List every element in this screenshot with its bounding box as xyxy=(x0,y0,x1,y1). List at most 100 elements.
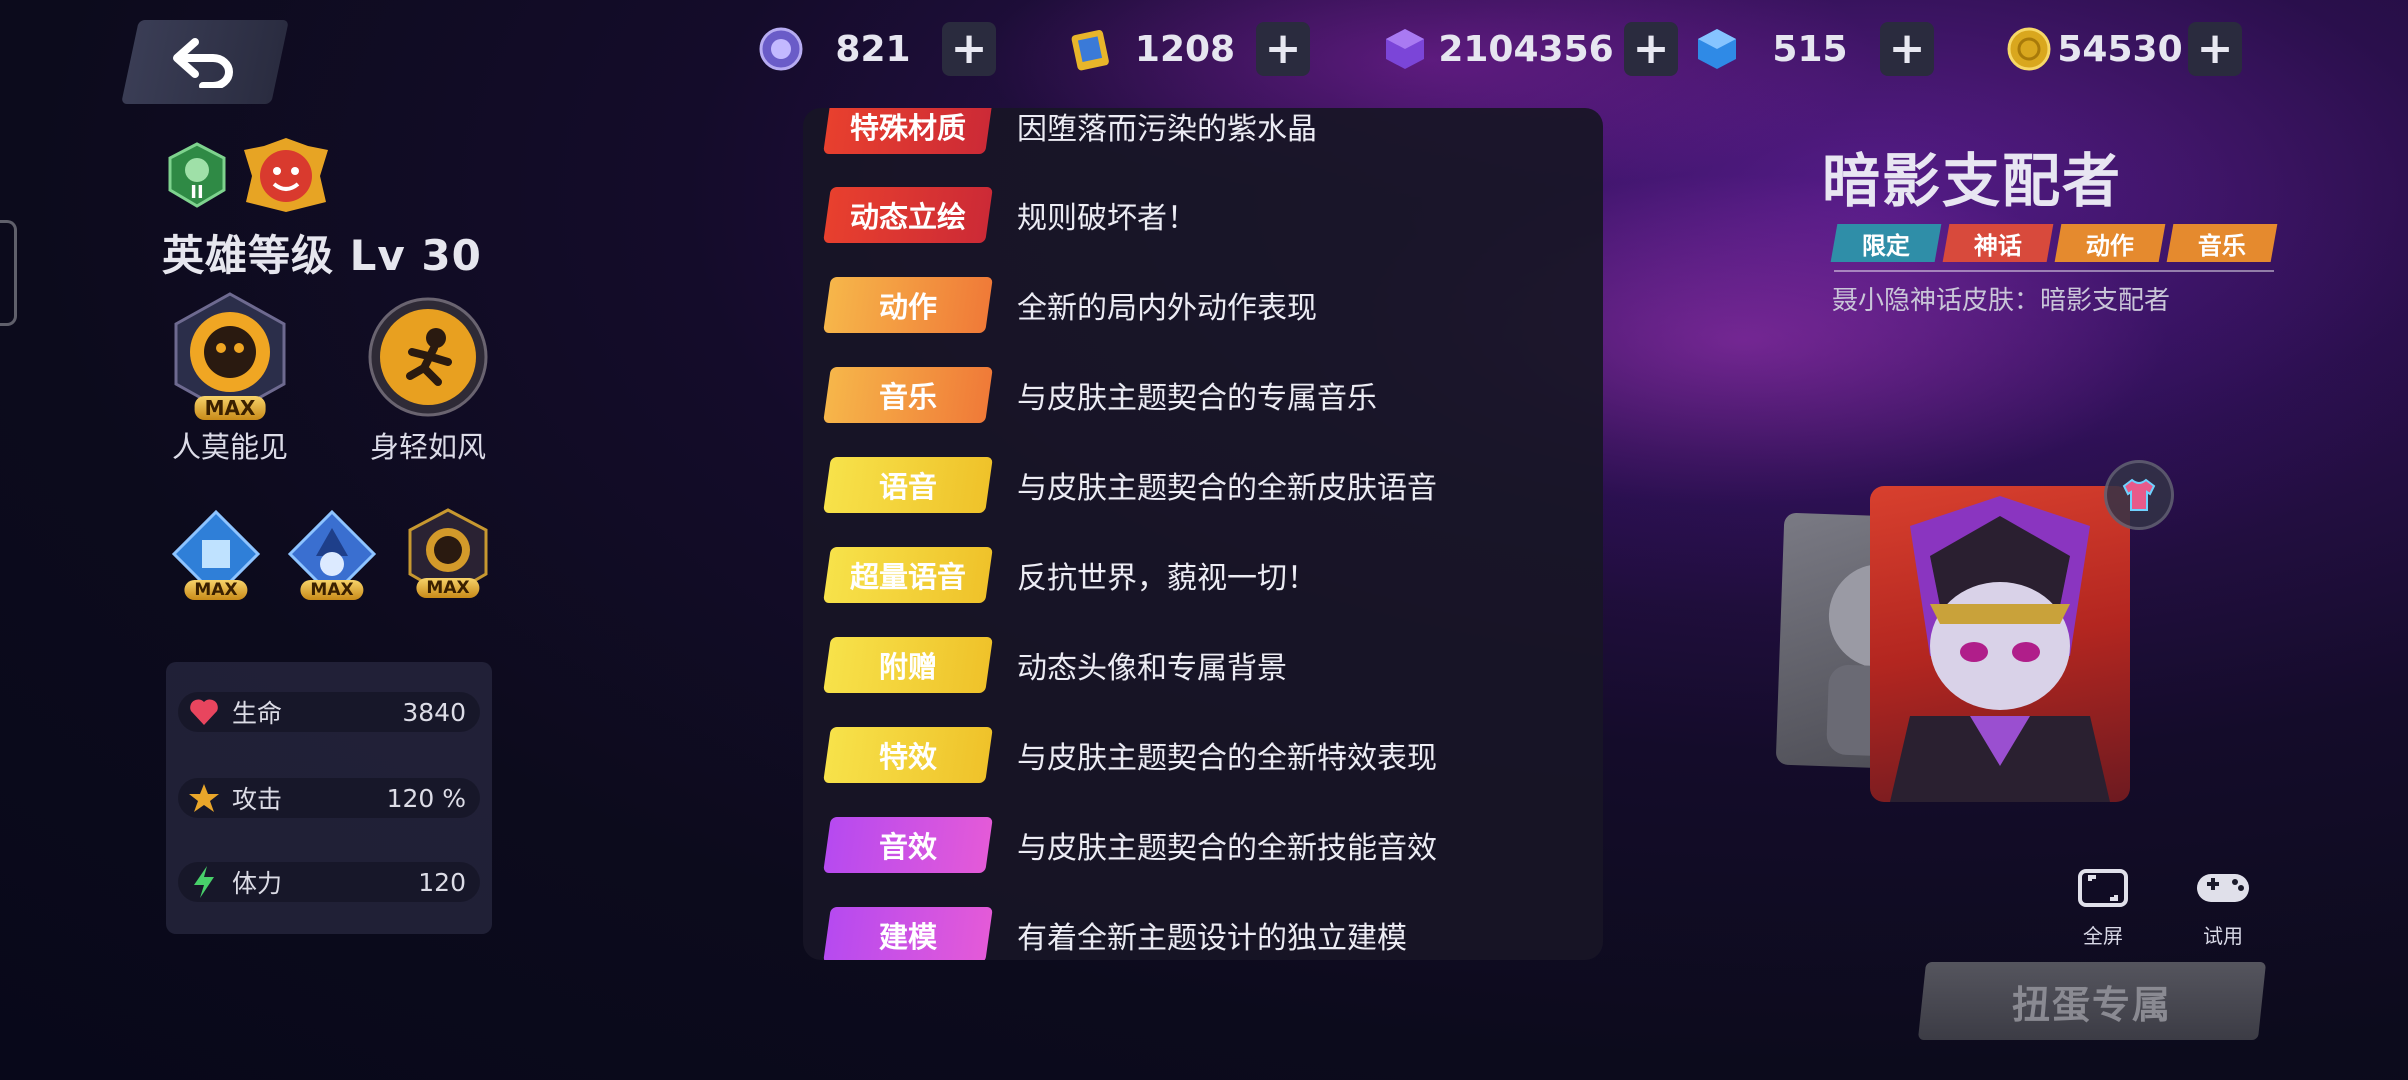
ticket-icon xyxy=(1068,26,1114,72)
feature-row: 动作 全新的局内外动作表现 xyxy=(823,275,1317,335)
max-badge: MAX xyxy=(300,580,364,600)
gacha-exclusive-button[interactable]: 扭蛋专属 xyxy=(1917,962,2267,1040)
feature-desc: 因堕落而污染的紫水晶 xyxy=(1017,112,1317,147)
add-currency-button[interactable]: + xyxy=(942,22,996,76)
feature-tag: 动态立绘 xyxy=(823,187,993,243)
feature-desc: 与皮肤主题契合的全新皮肤语音 xyxy=(1017,471,1437,506)
stats-panel: 生命 3840 攻击 120 % 体力 120 xyxy=(166,662,492,934)
rank-badge-icon[interactable]: II xyxy=(162,140,232,214)
add-currency-button[interactable]: + xyxy=(2188,22,2242,76)
feature-tag: 语音 xyxy=(823,457,993,513)
feature-row: 音效 与皮肤主题契合的全新技能音效 xyxy=(823,815,1437,875)
currency-gold-coin: 54530 + xyxy=(2006,22,2242,76)
hero-level: 英雄等级 Lv 30 xyxy=(162,231,482,280)
feature-desc: 与皮肤主题契合的全新技能音效 xyxy=(1017,831,1437,866)
stat-label: 攻击 xyxy=(232,785,283,814)
feature-tag: 特殊材质 xyxy=(823,108,993,154)
feature-row: 语音 与皮肤主题契合的全新皮肤语音 xyxy=(823,455,1437,515)
stat-row-stamina: 体力 120 xyxy=(178,862,480,902)
trial-label: 试用 xyxy=(2203,924,2243,948)
feature-tag: 特效 xyxy=(823,727,993,783)
stat-row-attack: 攻击 120 % xyxy=(178,778,480,818)
lightning-icon xyxy=(184,862,224,902)
feature-desc: 与皮肤主题契合的专属音乐 xyxy=(1017,381,1377,416)
stat-label: 体力 xyxy=(232,869,283,898)
currency-purple-gem: 2104356 + xyxy=(1382,22,1678,76)
feature-tag: 建模 xyxy=(823,907,993,960)
stat-value: 3840 xyxy=(402,697,466,727)
add-currency-button[interactable]: + xyxy=(1256,22,1310,76)
rune-1[interactable]: MAX xyxy=(168,508,264,604)
feature-desc: 与皮肤主题契合的全新特效表现 xyxy=(1017,741,1437,776)
heart-icon xyxy=(184,692,224,732)
rank-numeral: II xyxy=(190,182,204,203)
back-button[interactable] xyxy=(121,20,289,104)
purple-orb-icon xyxy=(758,26,804,72)
feature-row: 特效 与皮肤主题契合的全新特效表现 xyxy=(823,725,1437,785)
currency-value: 1208 xyxy=(1134,28,1236,70)
currency-value: 2104356 xyxy=(1438,28,1614,70)
currency-value: 821 xyxy=(835,28,911,70)
feature-row: 动态立绘 规则破坏者！ xyxy=(823,185,1197,245)
blue-gem-icon xyxy=(1694,26,1740,72)
skill-2[interactable]: 身轻如风 xyxy=(364,296,492,466)
skill-label: 人莫能见 xyxy=(171,430,288,464)
attack-icon xyxy=(184,778,224,818)
currency-value: 515 xyxy=(1772,28,1848,70)
currency-orb: 821 + xyxy=(758,22,996,76)
currency-value: 54530 xyxy=(2057,28,2183,70)
feature-tag: 动作 xyxy=(823,277,993,333)
feature-row: 建模 有着全新主题设计的独立建模 xyxy=(823,905,1407,960)
feature-desc: 规则破坏者！ xyxy=(1017,201,1197,236)
feature-tag: 附赠 xyxy=(823,637,993,693)
skill-1[interactable]: MAX 人莫能见 xyxy=(166,290,294,466)
emote-badge-icon[interactable] xyxy=(238,136,334,218)
skin-subtitle: 聂小隐神话皮肤：暗影支配者 xyxy=(1832,286,2171,316)
feature-desc: 反抗世界，藐视一切！ xyxy=(1017,561,1317,596)
gamepad-icon xyxy=(2188,858,2258,918)
stat-value: 120 % xyxy=(386,783,466,813)
stat-label: 生命 xyxy=(232,699,283,728)
feature-desc: 动态头像和专属背景 xyxy=(1017,651,1287,686)
running-figure-icon xyxy=(368,297,488,417)
tag-myth: 神话 xyxy=(1942,224,2054,262)
back-arrow-icon xyxy=(173,38,233,88)
skin-tags: 限定 神话 动作 音乐 xyxy=(1830,224,2278,262)
rune-2[interactable]: MAX xyxy=(284,508,380,604)
max-badge: MAX xyxy=(184,580,248,600)
feature-desc: 全新的局内外动作表现 xyxy=(1017,291,1317,326)
feature-row: 附赠 动态头像和专属背景 xyxy=(823,635,1287,695)
shadow-dominator-portrait-icon xyxy=(1890,496,2110,802)
skin-features-popup[interactable]: 特殊材质 因堕落而污染的紫水晶 动态立绘 规则破坏者！ 动作 全新的局内外动作表… xyxy=(803,108,1603,960)
gacha-button-label: 扭蛋专属 xyxy=(2011,982,2172,1027)
feature-desc: 有着全新主题设计的独立建模 xyxy=(1017,921,1407,956)
purple-gem-icon xyxy=(1382,26,1428,72)
side-drawer-handle[interactable] xyxy=(0,220,17,326)
feature-row: 音乐 与皮肤主题契合的专属音乐 xyxy=(823,365,1377,425)
fullscreen-label: 全屏 xyxy=(2083,924,2123,948)
add-currency-button[interactable]: + xyxy=(1880,22,1934,76)
divider xyxy=(1834,270,2274,272)
trial-button[interactable]: 试用 xyxy=(2178,858,2268,949)
tag-limited: 限定 xyxy=(1830,224,1942,262)
gold-coin-icon xyxy=(2006,26,2052,72)
feature-tag: 超量语音 xyxy=(823,547,993,603)
skin-variant-button[interactable] xyxy=(2104,460,2174,530)
tag-music: 音乐 xyxy=(2166,224,2278,262)
feature-tag: 音乐 xyxy=(823,367,993,423)
currency-ticket: 1208 + xyxy=(1068,22,1310,76)
stat-row-hp: 生命 3840 xyxy=(178,692,480,732)
max-badge: MAX xyxy=(416,578,480,598)
skin-card-selected[interactable] xyxy=(1870,486,2130,802)
skin-title: 暗影支配者 xyxy=(1822,147,2123,215)
fullscreen-icon xyxy=(2068,858,2138,918)
feature-tag: 音效 xyxy=(823,817,993,873)
add-currency-button[interactable]: + xyxy=(1624,22,1678,76)
tag-action: 动作 xyxy=(2054,224,2166,262)
feature-row: 特殊材质 因堕落而污染的紫水晶 xyxy=(823,108,1317,156)
skill-label: 身轻如风 xyxy=(369,430,486,464)
max-badge: MAX xyxy=(194,396,266,420)
rune-3[interactable]: MAX xyxy=(400,506,496,602)
fullscreen-button[interactable]: 全屏 xyxy=(2058,858,2148,949)
stat-value: 120 xyxy=(418,867,466,897)
